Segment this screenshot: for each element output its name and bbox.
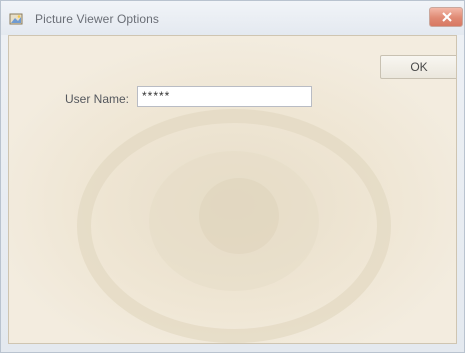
picture-viewer-options-window: Picture Viewer Options OK User Name: ***… [0,0,465,353]
title-bar[interactable]: Picture Viewer Options [1,1,464,35]
ok-button[interactable]: OK [380,55,456,79]
picture-app-icon [9,11,25,27]
window-title: Picture Viewer Options [35,12,160,26]
dialog-client-area: OK User Name: ***** [8,35,457,344]
close-icon [442,12,452,22]
background-image [9,36,456,343]
user-name-field[interactable]: ***** [137,86,312,107]
close-button[interactable] [429,7,463,27]
user-name-label: User Name: [65,92,130,106]
